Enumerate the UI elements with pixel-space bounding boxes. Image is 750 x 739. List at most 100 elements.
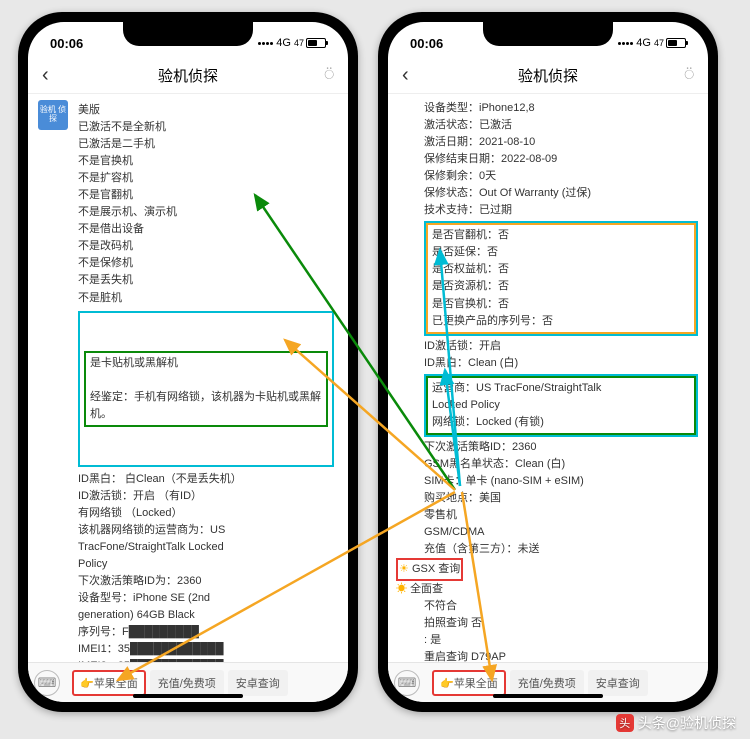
battery-icon: 47 <box>654 38 686 48</box>
report-line: 该机器网络锁的运营商为：US <box>78 522 334 539</box>
report-line: 是否资源机：否 <box>432 278 690 295</box>
highlight-box-green: 是卡贴机或黑解机 经鉴定：手机有网络锁，该机器为卡贴机或黑解机。 <box>84 351 328 427</box>
watermark-icon: 头 <box>616 714 634 732</box>
report-line: 设备类型：iPhone12,8 <box>424 100 698 117</box>
report-line: 网络锁：Locked (有锁) <box>432 414 690 431</box>
highlight-box-red: ☀ GSX 查询 <box>396 558 463 581</box>
phone-left: 00:06 4G 47 ‹ 验机侦探 ⍥ 验机 侦探 美版 已激活不是全新机 已… <box>18 12 358 712</box>
back-icon[interactable]: ‹ <box>402 64 409 87</box>
report-line: 不是丢失机 <box>78 272 334 289</box>
status-time: 00:06 <box>50 36 83 51</box>
report-line: 已更换产品的序列号：否 <box>432 313 690 330</box>
tab-android[interactable]: 安卓查询 <box>588 670 648 696</box>
report-line: TracFone/StraightTalk Locked <box>78 539 334 556</box>
report-line: IMEI1：35████████████ <box>78 641 334 658</box>
report-line: 激活日期：2021-08-10 <box>424 134 698 151</box>
profile-icon[interactable]: ⍥ <box>324 67 334 85</box>
report-line: Policy <box>78 556 334 573</box>
report-line: 是否官翻机：否 <box>432 227 690 244</box>
notch <box>483 22 613 46</box>
report-line: 拍照查询 否 <box>424 615 698 632</box>
back-icon[interactable]: ‹ <box>42 64 49 87</box>
home-indicator[interactable] <box>493 694 603 698</box>
status-time: 00:06 <box>410 36 443 51</box>
report-line: : 是 <box>424 632 698 649</box>
report-line: SIM卡：单卡 (nano-SIM + eSIM) <box>424 473 698 490</box>
report-line: 不是改码机 <box>78 238 334 255</box>
notch <box>123 22 253 46</box>
report-line: 激活状态：已激活 <box>424 117 698 134</box>
nav-bar: ‹ 验机侦探 ⍥ <box>28 58 348 94</box>
report-line: 已激活不是全新机 <box>78 119 334 136</box>
tab-apple-full[interactable]: 👉👉苹果全面苹果全面 <box>72 670 146 696</box>
home-indicator[interactable] <box>133 694 243 698</box>
report-line: 已激活是二手机 <box>78 136 334 153</box>
report-line: ID激活锁：开启 （有ID） <box>78 488 334 505</box>
quancha-row: ☀ 全面查 <box>396 581 698 598</box>
status-right: 4G 47 <box>618 37 686 49</box>
highlight-box-cyan: 是卡贴机或黑解机 经鉴定：手机有网络锁，该机器为卡贴机或黑解机。 <box>78 311 334 467</box>
report-line: ID黑白：Clean (白) <box>424 355 698 372</box>
chat-content[interactable]: 设备类型：iPhone12,8 激活状态：已激活 激活日期：2021-08-10… <box>388 94 708 662</box>
report-line: 重启查询 D79AP <box>424 649 698 662</box>
tab-android[interactable]: 安卓查询 <box>228 670 288 696</box>
report-line: 是否权益机：否 <box>432 261 690 278</box>
chat-content[interactable]: 验机 侦探 美版 已激活不是全新机 已激活是二手机 不是官换机 不是扩容机 不是… <box>28 94 348 662</box>
report-line: 不是展示机、演示机 <box>78 204 334 221</box>
report-line: 下次激活策略ID为：2360 <box>78 573 334 590</box>
report-line: 设备型号：iPhone SE (2nd <box>78 590 334 607</box>
watermark-text: 头条@验机侦探 <box>638 713 736 733</box>
signal-icon <box>618 42 633 45</box>
report-line: 是否官换机：否 <box>432 296 690 313</box>
report-line: ID黑白： 白Clean（不是丢失机） <box>78 471 334 488</box>
tab-recharge[interactable]: 充值/免费项 <box>510 670 584 696</box>
keyboard-icon[interactable]: ⌨ <box>394 670 420 696</box>
signal-icon <box>258 42 273 45</box>
phone-right: 00:06 4G 47 ‹ 验机侦探 ⍥ 设备类型：iPhone12,8 激活状… <box>378 12 718 712</box>
report-line: Locked Policy <box>432 397 690 414</box>
report-line: 技术支持：已过期 <box>424 202 698 219</box>
nav-bar: ‹ 验机侦探 ⍥ <box>388 58 708 94</box>
report-line: generation) 64GB Black <box>78 607 334 624</box>
report-line: 保修状态：Out Of Warranty (过保) <box>424 185 698 202</box>
report-line: 保修结束日期：2022-08-09 <box>424 151 698 168</box>
report-line: 零售机 <box>424 507 698 524</box>
network-label: 4G <box>276 37 291 49</box>
report-line: 不是借出设备 <box>78 221 334 238</box>
report-line: ID激活锁：开启 <box>424 338 698 355</box>
status-right: 4G 47 <box>258 37 326 49</box>
message-bubble: 美版 已激活不是全新机 已激活是二手机 不是官换机 不是扩容机 不是官翻机 不是… <box>74 100 338 662</box>
report-line: 不是官换机 <box>78 153 334 170</box>
keyboard-icon[interactable]: ⌨ <box>34 670 60 696</box>
report-line: 序列号：F█████████ <box>78 624 334 641</box>
network-label: 4G <box>636 37 651 49</box>
report-line: 不是脏机 <box>78 290 334 307</box>
highlight-box-green: 运营商：US TracFone/StraightTalk Locked Poli… <box>426 376 696 435</box>
gsx-row: ☀ GSX 查询 <box>396 558 698 581</box>
sun-icon: ☀ <box>396 583 407 595</box>
report-line: GSM黑名单状态：Clean (白) <box>424 456 698 473</box>
report-line: 不是扩容机 <box>78 170 334 187</box>
report-line: 不是保修机 <box>78 255 334 272</box>
tab-recharge[interactable]: 充值/免费项 <box>150 670 224 696</box>
tab-apple-full[interactable]: 👉苹果全面 <box>432 670 506 696</box>
report-line: 有网络锁 （Locked） <box>78 505 334 522</box>
report-line: 下次激活策略ID：2360 <box>424 439 698 456</box>
report-line: 购买地点：美国 <box>424 490 698 507</box>
report-line: 充值（含第三方）：未送 <box>424 541 698 558</box>
profile-icon[interactable]: ⍥ <box>684 67 694 85</box>
watermark: 头 头条@验机侦探 <box>616 713 736 733</box>
avatar[interactable]: 验机 侦探 <box>38 100 68 130</box>
report-line: 是否延保：否 <box>432 244 690 261</box>
highlight-box-cyan: 是否官翻机：否 是否延保：否 是否权益机：否 是否资源机：否 是否官换机：否 已… <box>424 221 698 335</box>
report-line: 不是官翻机 <box>78 187 334 204</box>
battery-icon: 47 <box>294 38 326 48</box>
highlight-box-orange: 是否官翻机：否 是否延保：否 是否权益机：否 是否资源机：否 是否官换机：否 已… <box>426 223 696 333</box>
sun-icon: ☀ <box>399 563 409 575</box>
report-line: 运营商：US TracFone/StraightTalk <box>432 380 690 397</box>
nav-title: 验机侦探 <box>158 65 218 86</box>
highlight-box-cyan: 运营商：US TracFone/StraightTalk Locked Poli… <box>424 374 698 437</box>
report-line: 不符合 <box>424 598 698 615</box>
report-line: 美版 <box>78 102 334 119</box>
report-line: 保修剩余：0天 <box>424 168 698 185</box>
